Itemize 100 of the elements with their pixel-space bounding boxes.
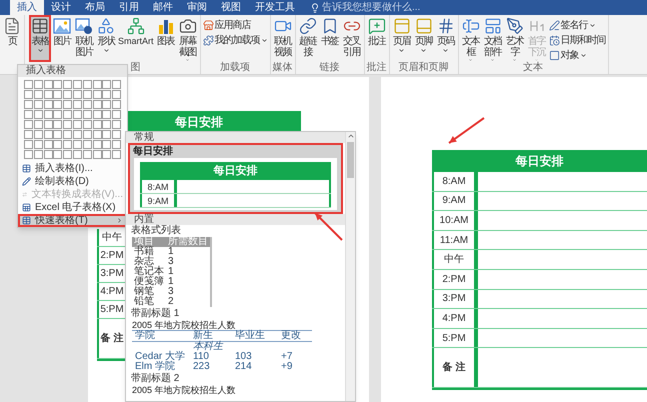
table-cell-text: 223	[192, 362, 211, 372]
gallery-section-header: 常规	[126, 132, 345, 143]
ribbon-button[interactable]: 批注	[366, 15, 388, 62]
diagram-icon	[126, 17, 145, 35]
ribbon-button[interactable]: SmartArt	[117, 15, 155, 62]
ribbon-button[interactable]: 文档部件	[482, 15, 504, 62]
ribbon-tab[interactable]: 插入	[10, 0, 44, 15]
table-caption: 2005 年地方院校招生人数	[132, 320, 236, 330]
arrow	[314, 212, 343, 241]
ribbon-button[interactable]: 书签	[318, 15, 341, 62]
table-cell: 4:PM	[100, 286, 124, 297]
table-cell-text: 3	[167, 287, 175, 297]
quick-parts-icon	[484, 17, 502, 35]
table-subheading: 本科生	[192, 342, 224, 352]
ribbon-button[interactable]: 日期和时间	[548, 33, 607, 47]
ribbon-button[interactable]: 联机视频	[272, 15, 294, 62]
table-cell-text: 书籍	[133, 247, 155, 257]
ribbon-button[interactable]: 我的加载项	[202, 33, 269, 47]
ribbon-button[interactable]: 页	[1, 15, 23, 73]
scrollbar[interactable]	[345, 132, 355, 401]
table-cell: 3:PM	[442, 293, 466, 304]
table-cell: 10:AM	[440, 214, 468, 226]
comment-icon	[368, 17, 386, 35]
group-label: 页眉和页脚	[398, 62, 449, 73]
page-icon	[3, 17, 21, 35]
ribbon-tab[interactable]: 设计	[44, 0, 78, 15]
ribbon-button[interactable]: 页脚	[412, 15, 435, 62]
gallery-item-label: 每日安排	[132, 146, 174, 158]
table-cell-text: 1	[167, 247, 175, 257]
link-icon	[298, 17, 317, 35]
table-cell-text: 便笺簿	[133, 277, 165, 287]
ribbon-button[interactable]: 页码	[434, 15, 457, 62]
ribbon-button[interactable]: 交叉引用	[340, 15, 363, 62]
ribbon-button[interactable]: 页眉	[390, 15, 413, 62]
table-cell-text: +7	[280, 352, 294, 362]
table-cell: 3:PM	[100, 268, 124, 279]
table-cell: 备 注	[100, 333, 124, 344]
ribbon-tab[interactable]: 引用	[112, 0, 146, 15]
gallery-item[interactable]: 带副标题 1 2005 年地方院校招生人数 学院 新生 毕业生 更改 本科生 Cedar 大学 110 103 +7 Elm 学院 223 214 +9	[126, 308, 345, 373]
page-number-icon	[436, 17, 455, 35]
table-cell: 8:AM	[442, 176, 466, 187]
table-cell: 5:PM	[442, 332, 466, 344]
table-cell: 4:PM	[442, 312, 466, 324]
table-title: 每日安排	[432, 150, 647, 172]
calendar-icon	[548, 34, 560, 46]
gallery-item[interactable]: 每日安排 每日安排 8:AM 9:AM	[128, 143, 343, 214]
spreadsheet-icon	[22, 203, 31, 212]
ribbon-button[interactable]: 表格	[29, 15, 51, 62]
ribbon-button[interactable]: 图片	[51, 15, 73, 62]
menu-item[interactable]: 快速表格(T)	[18, 214, 127, 227]
ribbon-tab[interactable]: 布局	[78, 0, 112, 15]
ribbon-tab[interactable]: 视图	[214, 0, 248, 15]
ribbon-tab[interactable]: 审阅	[180, 0, 214, 15]
table-cell: 9:AM	[442, 195, 466, 206]
ribbon-button[interactable]: 形状	[95, 15, 117, 62]
table-cell: 备 注	[442, 362, 466, 374]
table-header-cell-text: 毕业生	[234, 331, 266, 341]
gallery-item-label: 带副标题 2	[130, 373, 180, 385]
ribbon-tab[interactable]: 邮件	[146, 0, 180, 15]
header-icon	[392, 17, 411, 35]
menu-item[interactable]: 插入表格(I)...	[18, 162, 127, 175]
arrow	[448, 117, 485, 144]
gallery-item-label: 表格式列表	[130, 225, 182, 237]
scroll-up-icon[interactable]	[346, 132, 354, 140]
table-cell-text: 1	[167, 277, 175, 287]
shapes-icon	[97, 17, 115, 35]
group-label: 媒体	[272, 62, 293, 73]
signature-icon	[548, 20, 560, 30]
bar-chart-icon	[156, 17, 175, 35]
store-icon	[202, 20, 214, 30]
ribbon-tab[interactable]: 开发工具	[248, 0, 302, 15]
ribbon-button[interactable]: 超链接	[296, 15, 319, 62]
table-icon	[22, 164, 31, 173]
puzzle-icon	[202, 34, 214, 46]
ribbon-button[interactable]: 应用商店	[202, 18, 269, 32]
table-cell-text: 1	[167, 267, 175, 277]
ribbon-button[interactable]: 艺术字	[504, 15, 526, 62]
menu-item[interactable]: Excel 电子表格(X)	[18, 201, 127, 214]
table-cell-text: Cedar 大学	[134, 352, 186, 362]
ribbon-button[interactable]: 对象	[548, 48, 607, 62]
footer-icon	[414, 17, 433, 35]
convert-icon	[22, 190, 28, 199]
table-cell-text: 2	[167, 297, 175, 307]
ribbon-button[interactable]: 签名行	[548, 18, 607, 32]
table-cell: 中午	[444, 254, 464, 266]
text-box-icon	[462, 17, 480, 35]
ribbon-button[interactable]: 屏幕截图	[176, 15, 199, 62]
table-cell-text: +9	[280, 362, 294, 372]
scrollbar-thumb[interactable]	[347, 142, 354, 178]
group-label: 批注	[366, 62, 387, 73]
ribbon-button[interactable]: 文本框	[460, 15, 482, 62]
ribbon-button[interactable]: 图表	[154, 15, 177, 62]
camera-icon	[178, 17, 197, 35]
search-field[interactable]: 告诉我您想要做什么...	[310, 0, 442, 15]
gallery-item[interactable]: 带副标题 2 2005 年地方院校招生人数	[126, 373, 345, 396]
table-cell: 2:PM	[100, 250, 124, 261]
table-icon	[31, 17, 49, 35]
ribbon-button[interactable]: 联机图片	[73, 15, 95, 62]
menu-item[interactable]: 绘制表格(D)	[18, 175, 127, 188]
table-icon	[22, 216, 31, 225]
